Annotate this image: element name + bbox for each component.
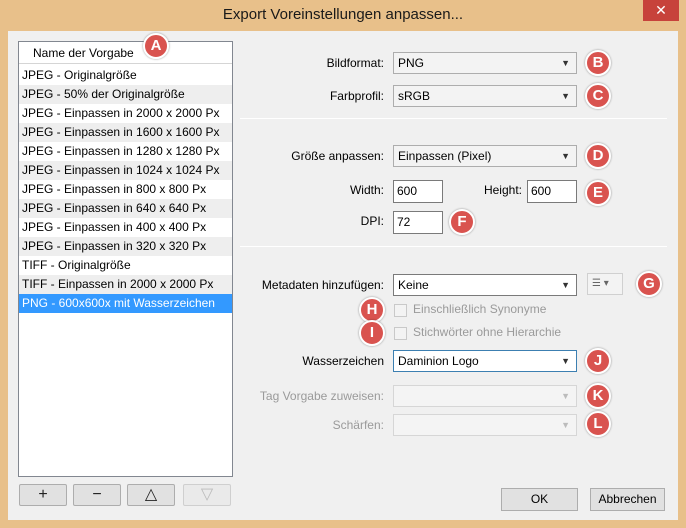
badge-f: F bbox=[449, 209, 475, 235]
metadaten-value: Keine bbox=[398, 278, 429, 292]
preset-list[interactable]: Name der Vorgabe JPEG - Originalgröße JP… bbox=[18, 41, 233, 477]
dpi-input[interactable]: 72 bbox=[393, 211, 443, 234]
list-header[interactable]: Name der Vorgabe bbox=[19, 42, 232, 64]
bildformat-value: PNG bbox=[398, 56, 425, 70]
remove-preset-button[interactable]: − bbox=[73, 484, 121, 506]
chevron-down-icon: ▼ bbox=[561, 58, 570, 68]
farbprofil-select[interactable]: sRGB ▼ bbox=[393, 85, 577, 107]
move-up-button[interactable]: △ bbox=[127, 484, 175, 506]
schaerfen-label: Schärfen: bbox=[332, 418, 384, 432]
chevron-down-icon: ▼ bbox=[561, 151, 570, 161]
add-preset-button[interactable]: + bbox=[19, 484, 67, 506]
height-input[interactable]: 600 bbox=[527, 180, 577, 203]
farbprofil-value: sRGB bbox=[398, 89, 431, 103]
list-item[interactable]: JPEG - Einpassen in 1600 x 1600 Px bbox=[19, 123, 232, 142]
chevron-down-icon: ▼ bbox=[561, 420, 570, 430]
bildformat-label: Bildformat: bbox=[326, 56, 384, 70]
badge-j: J bbox=[585, 348, 611, 374]
list-item[interactable]: JPEG - Originalgröße bbox=[19, 66, 232, 85]
move-down-button[interactable]: ▽ bbox=[183, 484, 231, 506]
width-input[interactable]: 600 bbox=[393, 180, 443, 203]
badge-d: D bbox=[585, 143, 611, 169]
groesse-value: Einpassen (Pixel) bbox=[398, 149, 492, 163]
badge-a: A bbox=[143, 33, 169, 59]
metadata-options-icon[interactable]: ☰ ▾ bbox=[587, 273, 623, 295]
bildformat-select[interactable]: PNG ▼ bbox=[393, 52, 577, 74]
wasserzeichen-value: Daminion Logo bbox=[398, 354, 479, 368]
chevron-down-icon: ▼ bbox=[561, 356, 570, 366]
metadaten-select[interactable]: Keine ▼ bbox=[393, 274, 577, 296]
height-label: Height: bbox=[483, 183, 522, 197]
width-label: Width: bbox=[349, 183, 384, 197]
close-button[interactable]: ✕ bbox=[643, 0, 679, 21]
badge-g: G bbox=[636, 271, 662, 297]
metadaten-label: Metadaten hinzufügen: bbox=[261, 278, 384, 292]
chevron-down-icon: ▼ bbox=[561, 280, 570, 290]
list-item[interactable]: JPEG - Einpassen in 800 x 800 Px bbox=[19, 180, 232, 199]
list-item[interactable]: JPEG - 50% der Originalgröße bbox=[19, 85, 232, 104]
checkbox-box bbox=[394, 327, 407, 340]
chevron-down-icon: ▼ bbox=[561, 91, 570, 101]
schaerfen-select[interactable]: ▼ bbox=[393, 414, 577, 436]
list-item[interactable]: JPEG - Einpassen in 2000 x 2000 Px bbox=[19, 104, 232, 123]
synonyme-label: Einschließlich Synonyme bbox=[413, 302, 547, 316]
list-item[interactable]: JPEG - Einpassen in 320 x 320 Px bbox=[19, 237, 232, 256]
badge-l: L bbox=[585, 411, 611, 437]
list-item[interactable]: JPEG - Einpassen in 1024 x 1024 Px bbox=[19, 161, 232, 180]
groesse-select[interactable]: Einpassen (Pixel) ▼ bbox=[393, 145, 577, 167]
list-item[interactable]: JPEG - Einpassen in 400 x 400 Px bbox=[19, 218, 232, 237]
checkbox-box bbox=[394, 304, 407, 317]
list-item[interactable]: TIFF - Originalgröße bbox=[19, 256, 232, 275]
hierarchie-label: Stichwörter ohne Hierarchie bbox=[413, 325, 562, 339]
badge-c: C bbox=[585, 83, 611, 109]
wasserzeichen-label: Wasserzeichen bbox=[302, 354, 384, 368]
list-item[interactable]: TIFF - Einpassen in 2000 x 2000 Px bbox=[19, 275, 232, 294]
dpi-label: DPI: bbox=[360, 214, 384, 228]
list-item[interactable]: JPEG - Einpassen in 640 x 640 Px bbox=[19, 199, 232, 218]
badge-b: B bbox=[585, 50, 611, 76]
farbprofil-label: Farbprofil: bbox=[329, 89, 384, 103]
list-item[interactable]: JPEG - Einpassen in 1280 x 1280 Px bbox=[19, 142, 232, 161]
groesse-label: Größe anpassen: bbox=[291, 149, 384, 163]
list-header-label: Name der Vorgabe bbox=[33, 46, 134, 60]
tag-vorgabe-label: Tag Vorgabe zuweisen: bbox=[259, 389, 384, 403]
title-bar: Export Voreinstellungen anpassen... ✕ bbox=[0, 0, 686, 31]
window-title: Export Voreinstellungen anpassen... bbox=[222, 6, 464, 23]
list-item-selected[interactable]: PNG - 600x600x mit Wasserzeichen bbox=[19, 294, 232, 313]
badge-e: E bbox=[585, 180, 611, 206]
separator bbox=[240, 246, 667, 247]
cancel-button[interactable]: Abbrechen bbox=[590, 488, 665, 511]
ok-button[interactable]: OK bbox=[501, 488, 578, 511]
badge-k: K bbox=[585, 383, 611, 409]
tag-vorgabe-select[interactable]: ▼ bbox=[393, 385, 577, 407]
wasserzeichen-select[interactable]: Daminion Logo ▼ bbox=[393, 350, 577, 372]
badge-i: I bbox=[359, 320, 385, 346]
chevron-down-icon: ▼ bbox=[561, 391, 570, 401]
separator bbox=[240, 118, 667, 119]
